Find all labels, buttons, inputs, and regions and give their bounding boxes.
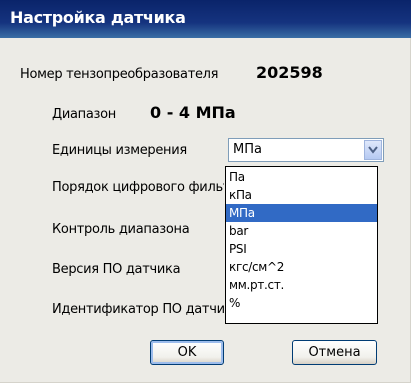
range-label: Диапазон <box>52 107 117 122</box>
unit-option-mmhg[interactable]: мм.рт.ст. <box>226 276 377 294</box>
dropdown-arrow-button[interactable] <box>364 140 382 160</box>
unit-option-kpa[interactable]: кПа <box>226 186 377 204</box>
unit-option-psi[interactable]: PSI <box>226 240 377 258</box>
title-bar[interactable]: Настройка датчика <box>0 0 411 38</box>
firmware-version-label: Версия ПО датчика <box>52 262 181 277</box>
units-select[interactable]: МПа <box>228 138 384 162</box>
cancel-button[interactable]: Отмена <box>292 340 377 365</box>
digital-filter-label: Порядок цифрового фильтра <box>52 180 224 195</box>
chevron-down-icon <box>368 146 378 154</box>
unit-option-bar[interactable]: bar <box>226 222 377 240</box>
firmware-id-label: Идентификатор ПО датчика <box>52 302 224 317</box>
range-value: 0 - 4 МПа <box>150 103 236 122</box>
unit-option-mpa[interactable]: МПа <box>226 204 377 222</box>
dialog-title: Настройка датчика <box>10 8 186 27</box>
units-dropdown-list[interactable]: Па кПа МПа bar PSI кгс/см^2 мм.рт.ст. % <box>225 166 378 324</box>
unit-option-kgf-cm2[interactable]: кгс/см^2 <box>226 258 377 276</box>
sensor-settings-dialog: Настройка датчика Номер тензопреобразова… <box>0 0 411 383</box>
unit-option-pa[interactable]: Па <box>226 168 377 186</box>
ok-button[interactable]: OK <box>150 340 224 365</box>
sensor-number-label: Номер тензопреобразователя <box>20 67 219 82</box>
units-label: Единицы измерения <box>52 143 187 158</box>
unit-option-percent[interactable]: % <box>226 294 377 312</box>
units-selected-value: МПа <box>233 142 262 157</box>
sensor-number-value: 202598 <box>256 63 323 82</box>
range-control-label: Контроль диапазона <box>52 222 190 237</box>
